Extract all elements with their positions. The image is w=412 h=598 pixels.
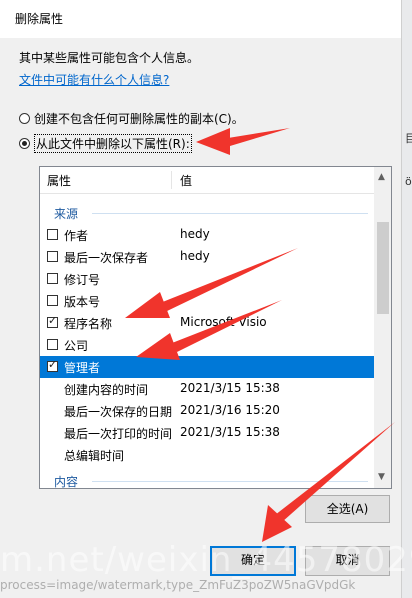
radio-create-copy-label: 创建不包含任何可删除属性的副本(C)。 [34, 112, 244, 126]
intro-text: 其中某些属性可能包含个人信息。 [19, 51, 200, 65]
scroll-down-icon[interactable]: ▼ [378, 472, 385, 482]
list-item[interactable]: 创建内容的时间 2021/3/15 15:38 [40, 378, 374, 400]
column-header-value[interactable]: 值 [180, 172, 192, 189]
radio-button-selected[interactable] [19, 138, 30, 149]
row-checkbox[interactable] [47, 251, 58, 262]
list-scrollbar[interactable]: ▲ ▼ [374, 167, 391, 488]
row-checkbox-checked[interactable] [47, 314, 58, 328]
radio-create-copy[interactable]: 创建不包含任何可删除属性的副本(C)。 [19, 110, 244, 127]
row-checkbox[interactable] [47, 273, 58, 284]
list-item[interactable]: 版本号 [40, 290, 374, 312]
row-checkbox[interactable] [47, 295, 58, 306]
row-checkbox[interactable] [47, 229, 58, 240]
list-item[interactable]: 总编辑时间 [40, 444, 374, 466]
radio-remove-properties[interactable]: 从此文件中删除以下属性(R): [19, 134, 192, 153]
group-header-content: 内容 [40, 470, 374, 488]
cancel-button[interactable]: 取消 [305, 546, 390, 576]
row-checkbox-checked[interactable] [47, 358, 58, 372]
property-list[interactable]: 属性 值 来源 作者 hedy 最后一次保存者 hedy 修订号 版本号 程序名… [39, 166, 392, 489]
radio-button[interactable] [19, 113, 30, 124]
select-all-button[interactable]: 全选(A) [305, 495, 390, 523]
list-item[interactable]: 公司 [40, 334, 374, 356]
group-header-source: 来源 [40, 202, 374, 222]
scroll-up-icon[interactable]: ▲ [378, 172, 385, 182]
window-title: 删除属性 [15, 12, 64, 26]
radio-remove-properties-label: 从此文件中删除以下属性(R): [34, 134, 192, 153]
list-item[interactable]: 作者 hedy [40, 224, 374, 246]
list-item[interactable]: 最后一次保存的日期 2021/3/16 15:20 [40, 400, 374, 422]
list-item-selected[interactable]: 管理者 [40, 356, 374, 378]
column-header-property[interactable]: 属性 [47, 172, 71, 189]
title-bar: 删除属性 [0, 0, 400, 39]
list-item[interactable]: 最后一次打印的时间 2021/3/15 15:38 [40, 422, 374, 444]
scroll-thumb[interactable] [377, 222, 389, 314]
list-item[interactable]: 最后一次保存者 hedy [40, 246, 374, 268]
list-header: 属性 值 [40, 167, 374, 194]
row-checkbox[interactable] [47, 339, 58, 350]
background-window-edge: 目 ö [401, 0, 412, 598]
ok-button[interactable]: 确定 [210, 546, 296, 576]
personal-info-link[interactable]: 文件中可能有什么个人信息? [19, 71, 169, 88]
list-item[interactable]: 程序名称 Microsoft Visio [40, 312, 374, 334]
list-item[interactable]: 修订号 [40, 268, 374, 290]
